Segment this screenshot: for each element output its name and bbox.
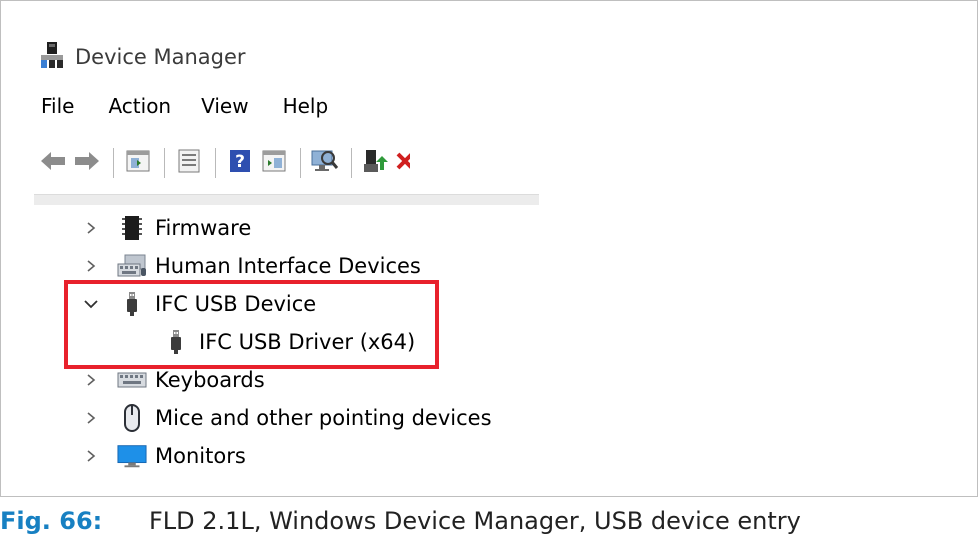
- figure-caption-text: FLD 2.1L, Windows Device Manager, USB de…: [149, 507, 801, 535]
- update-driver-button[interactable]: [362, 149, 390, 177]
- uninstall-device-button[interactable]: [396, 149, 410, 177]
- mouse-icon: [117, 404, 147, 432]
- chevron-right-icon[interactable]: [79, 444, 103, 468]
- tree-item-label: Firmware: [155, 216, 252, 240]
- toolbar-separator: [351, 148, 352, 178]
- tree-item-firmware[interactable]: Firmware: [79, 209, 492, 247]
- tree-item-mice[interactable]: Mice and other pointing devices: [79, 399, 492, 437]
- back-arrow-icon: [40, 151, 66, 175]
- screenshot-frame: Device Manager File Action View Help ? F…: [0, 0, 978, 497]
- forward-button[interactable]: [73, 149, 101, 177]
- figure-caption: Fig. 66: FLD 2.1L, Windows Device Manage…: [0, 500, 801, 542]
- chevron-right-icon[interactable]: [79, 406, 103, 430]
- toolbar-separator: [164, 148, 165, 178]
- tree-item-label: Human Interface Devices: [155, 254, 421, 278]
- update-driver-icon: [363, 148, 389, 178]
- toolbar-separator: [113, 148, 114, 178]
- title-bar: Device Manager: [39, 37, 246, 77]
- show-hide-console-tree-icon: [126, 150, 150, 176]
- toolbar: ?: [39, 141, 416, 185]
- properties-button[interactable]: [175, 149, 203, 177]
- firmware-chip-icon: [117, 214, 147, 242]
- tree-item-label: Monitors: [155, 444, 246, 468]
- show-hide-console-tree-button[interactable]: [124, 149, 152, 177]
- menu-action[interactable]: Action: [108, 94, 171, 118]
- toolbar-separator: [215, 148, 216, 178]
- scan-hardware-icon: [311, 148, 339, 178]
- hid-keyboard-icon: [117, 252, 147, 280]
- back-button[interactable]: [39, 149, 67, 177]
- keyboard-icon: [117, 366, 147, 394]
- scan-hardware-button[interactable]: [311, 149, 339, 177]
- svg-text:?: ?: [235, 152, 245, 172]
- menu-view[interactable]: View: [201, 94, 248, 118]
- uninstall-device-icon: [396, 150, 410, 176]
- chevron-right-icon[interactable]: [79, 216, 103, 240]
- menu-bar: File Action View Help: [41, 94, 362, 118]
- chevron-right-icon[interactable]: [79, 368, 103, 392]
- tree-item-label: Mice and other pointing devices: [155, 406, 492, 430]
- action-pane-button[interactable]: [260, 149, 288, 177]
- toolbar-separator: [300, 148, 301, 178]
- toolbar-divider: [34, 194, 539, 205]
- menu-help[interactable]: Help: [283, 94, 329, 118]
- window-title: Device Manager: [75, 45, 246, 69]
- device-manager-app-icon: [39, 41, 65, 73]
- tree-item-monitors[interactable]: Monitors: [79, 437, 492, 475]
- help-icon: ?: [229, 149, 251, 177]
- figure-number: Fig. 66:: [0, 507, 103, 535]
- action-pane-icon: [262, 150, 286, 176]
- tree-item-label: Keyboards: [155, 368, 265, 392]
- menu-file[interactable]: File: [41, 94, 74, 118]
- forward-arrow-icon: [74, 151, 100, 175]
- properties-icon: [178, 149, 200, 177]
- chevron-right-icon[interactable]: [79, 254, 103, 278]
- monitor-icon: [117, 442, 147, 470]
- highlight-box: [64, 280, 439, 369]
- help-button[interactable]: ?: [226, 149, 254, 177]
